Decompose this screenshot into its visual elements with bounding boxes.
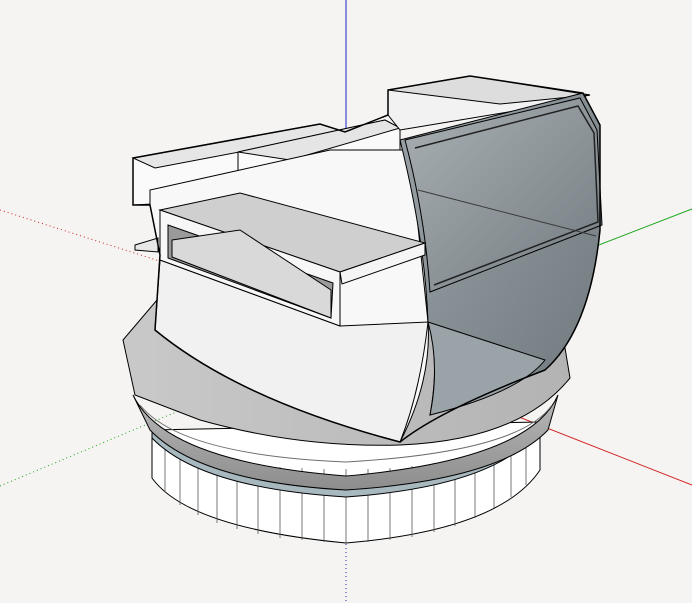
- 3d-viewport[interactable]: [0, 0, 692, 603]
- viewport-canvas[interactable]: [0, 0, 692, 603]
